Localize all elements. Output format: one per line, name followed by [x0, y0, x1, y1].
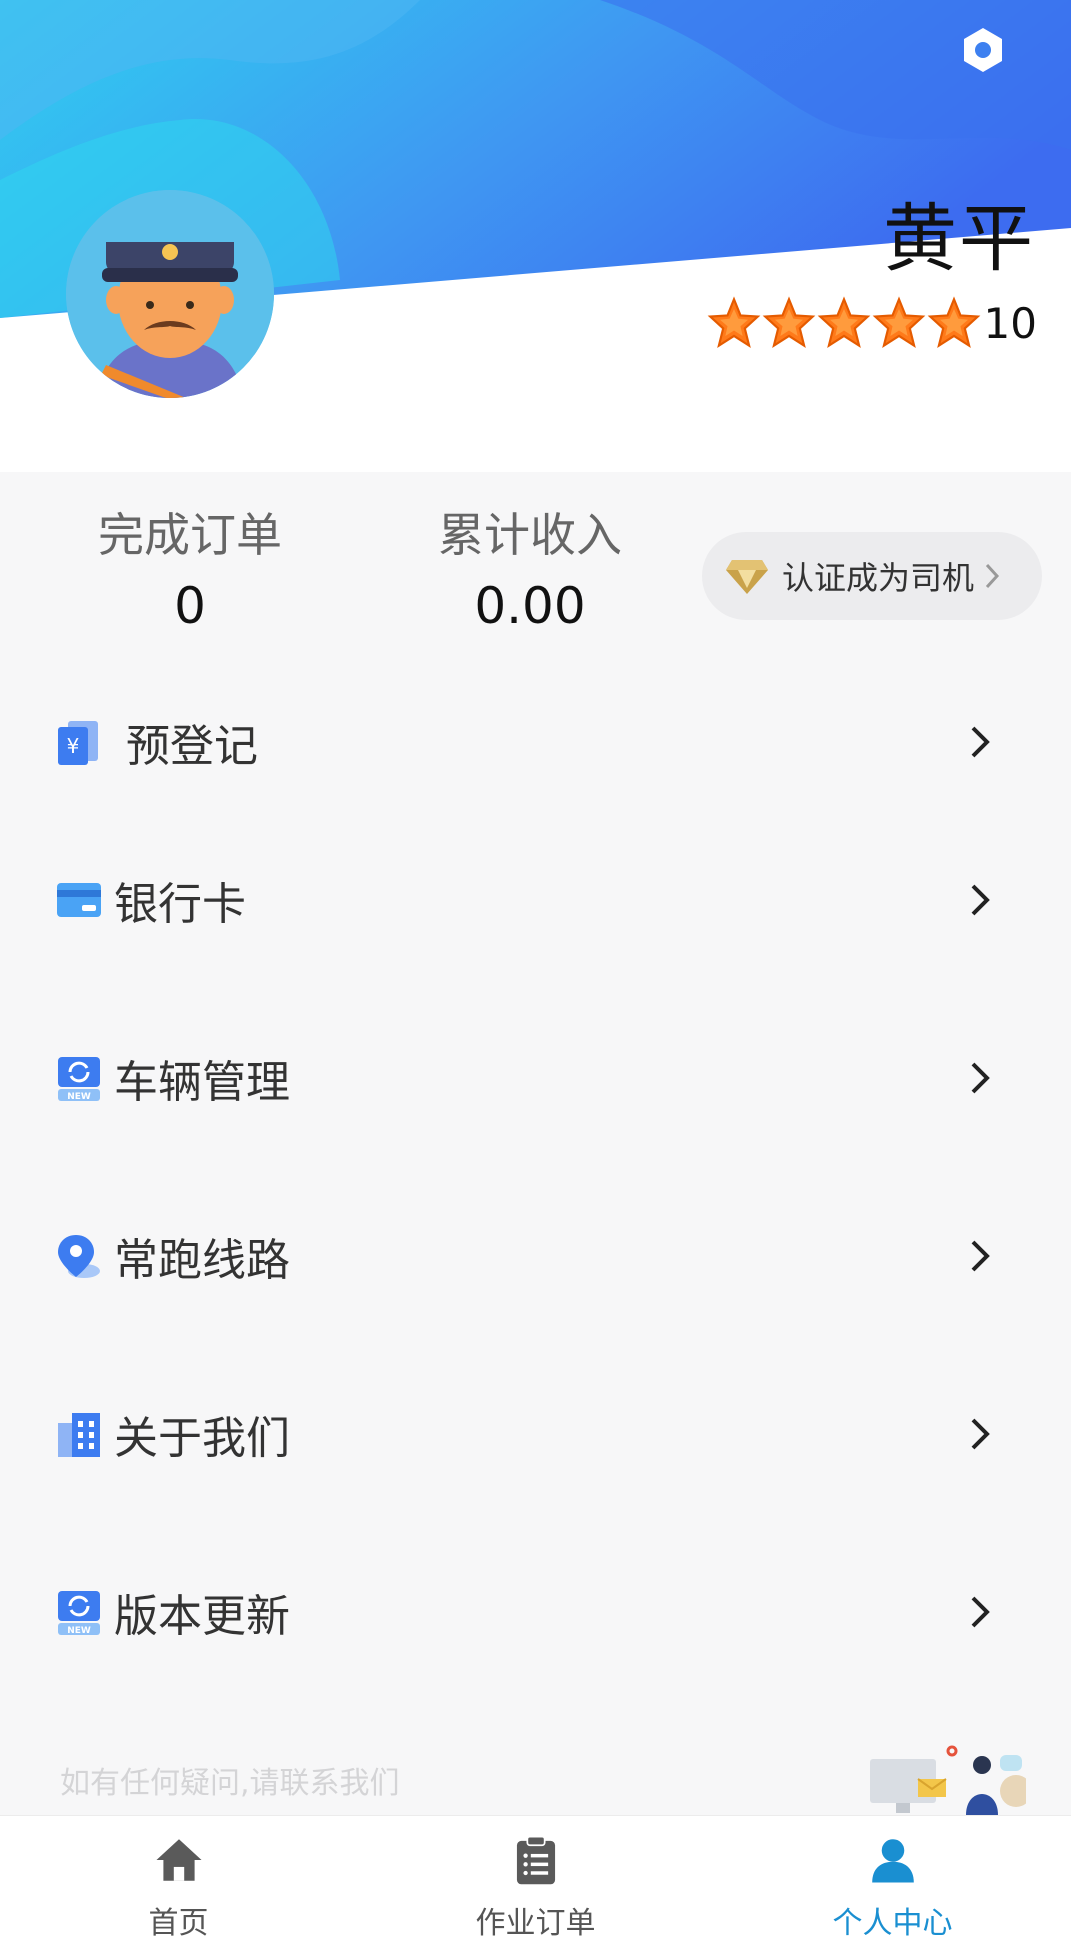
yen-card-icon: ¥ — [58, 721, 98, 765]
star-icon — [872, 296, 925, 349]
menu-item-label: 常跑线路 — [114, 1235, 290, 1286]
menu-item-version-update[interactable]: NEW 版本更新 — [0, 1552, 1071, 1672]
chevron-right-icon — [971, 1062, 990, 1094]
total-income-stat[interactable]: 累计收入 0.00 — [400, 508, 660, 634]
menu-item-label: 预登记 — [126, 721, 258, 772]
settings-hex-icon — [964, 28, 1002, 72]
nav-home-label: 首页 — [148, 1906, 209, 1941]
star-icon — [927, 296, 980, 349]
chevron-right-icon — [971, 1596, 990, 1628]
customer-service-illustration — [870, 1745, 1026, 1815]
certify-driver-label: 认证成为司机 — [782, 559, 975, 597]
settings-button[interactable] — [955, 22, 1011, 78]
driver-avatar-icon — [66, 190, 274, 398]
refresh-new-icon: NEW — [58, 1057, 100, 1102]
svg-text:NEW: NEW — [67, 1626, 91, 1636]
driver-rating: 10 — [707, 296, 1037, 350]
location-pin-icon — [58, 1235, 100, 1278]
completed-orders-stat[interactable]: 完成订单 0 — [60, 508, 320, 634]
profile-header: 黄平 10 — [0, 0, 1071, 472]
star-icon — [707, 296, 760, 349]
stats-section: 完成订单 0 累计收入 0.00 认证成为司机 — [0, 472, 1071, 652]
star-icon — [762, 296, 815, 349]
total-income-value: 0.00 — [474, 577, 586, 636]
person-icon — [871, 1839, 914, 1883]
menu-item-label: 车辆管理 — [114, 1057, 290, 1108]
bank-card-icon — [57, 883, 101, 917]
nav-personal-center-label: 个人中心 — [832, 1906, 953, 1941]
chevron-right-icon — [971, 726, 990, 758]
contact-us-text[interactable]: 如有任何疑问,请联系我们 — [60, 1758, 400, 1802]
certify-driver-button[interactable]: 认证成为司机 — [702, 532, 1042, 620]
svg-text:¥: ¥ — [67, 734, 80, 758]
chevron-right-icon — [971, 1240, 990, 1272]
menu-item-bank-card[interactable]: 银行卡 — [0, 840, 1071, 960]
building-icon — [58, 1413, 100, 1457]
total-income-label: 累计收入 — [438, 508, 622, 562]
svg-text:NEW: NEW — [67, 1092, 91, 1102]
star-icon — [817, 296, 870, 349]
nav-personal-center[interactable]: 个人中心 — [714, 1816, 1071, 1942]
home-icon — [155, 1839, 202, 1881]
clipboard-list-icon — [516, 1835, 555, 1885]
diamond-icon — [726, 560, 768, 594]
completed-orders-value: 0 — [174, 577, 206, 636]
user-name: 黄平 — [883, 196, 1035, 282]
menu-item-label: 版本更新 — [114, 1591, 290, 1642]
refresh-new-icon: NEW — [58, 1591, 100, 1636]
bottom-navigation: 首页 作业订单 个人中心 — [0, 1815, 1071, 1942]
completed-orders-label: 完成订单 — [98, 508, 282, 562]
menu-item-about-us[interactable]: 关于我们 — [0, 1374, 1071, 1494]
chevron-right-icon — [971, 1418, 990, 1450]
menu-item-label: 银行卡 — [114, 879, 246, 930]
chevron-right-icon — [971, 884, 990, 916]
menu-item-preregister[interactable]: ¥ 预登记 — [0, 682, 1071, 802]
nav-home[interactable]: 首页 — [0, 1816, 357, 1942]
avatar[interactable] — [66, 190, 274, 398]
nav-work-orders-label: 作业订单 — [475, 1906, 596, 1941]
chevron-right-icon — [985, 563, 1000, 589]
nav-work-orders[interactable]: 作业订单 — [357, 1816, 714, 1942]
menu-item-label: 关于我们 — [114, 1413, 290, 1464]
menu-item-frequent-routes[interactable]: 常跑线路 — [0, 1196, 1071, 1316]
rating-score: 10 — [983, 298, 1037, 348]
menu-item-vehicle-management[interactable]: NEW 车辆管理 — [0, 1018, 1071, 1138]
